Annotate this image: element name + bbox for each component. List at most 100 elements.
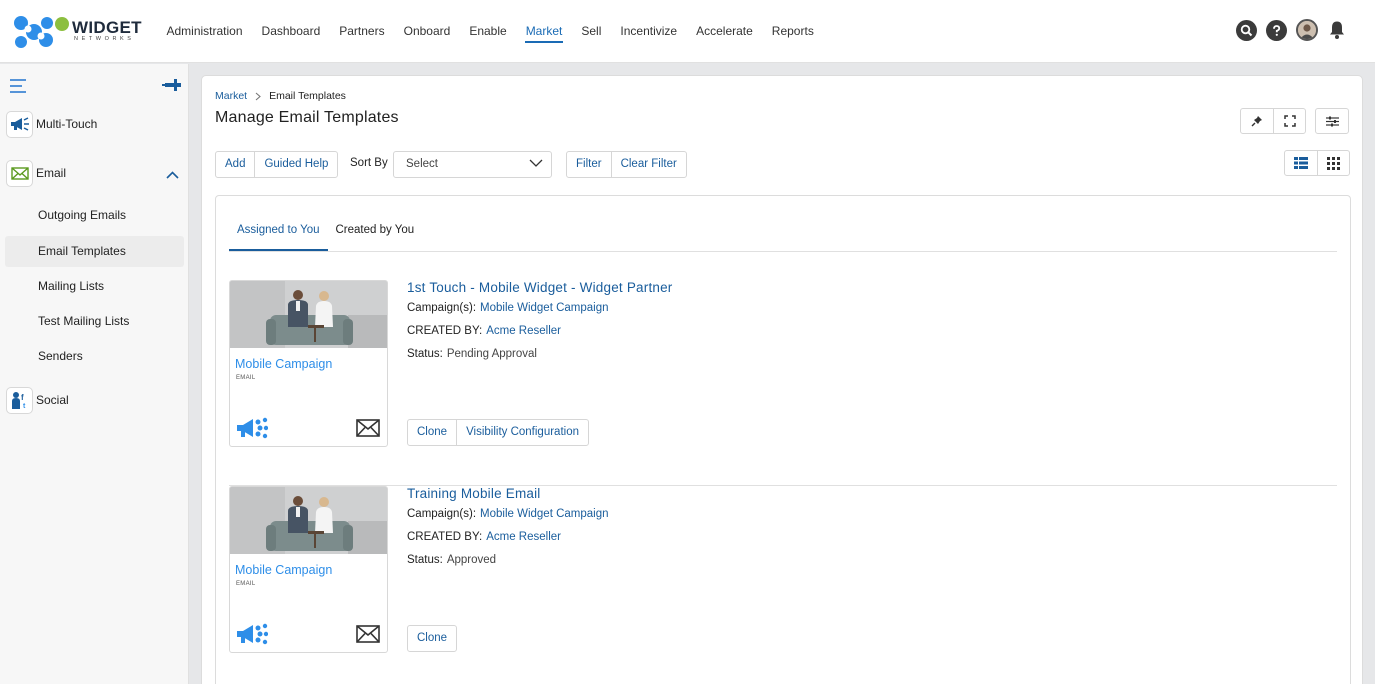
thumbnail-title: Mobile Campaign <box>235 563 333 577</box>
megaphone-icon <box>236 623 269 648</box>
nav-item-partners[interactable]: Partners <box>330 0 394 63</box>
nav-item-incentivize[interactable]: Incentivize <box>611 0 687 63</box>
sidebar-sub-outgoing-emails[interactable]: Outgoing Emails <box>5 200 184 231</box>
chevron-up-icon[interactable] <box>166 168 179 182</box>
template-campaign: Campaign(s): Mobile Widget Campaign <box>407 508 609 520</box>
nav-item-enable[interactable]: Enable <box>460 0 516 63</box>
template-actions: Clone Visibility Configuration <box>407 419 589 446</box>
sort-by-value: Select <box>406 158 438 170</box>
sidebar-sub-email-templates[interactable]: Email Templates <box>5 236 184 267</box>
top-bar: WIDGET NETWORKS Administration Dashboard… <box>0 0 1375 63</box>
sidebar-item-label: Multi-Touch <box>36 117 98 131</box>
template-title[interactable]: 1st Touch - Mobile Widget - Widget Partn… <box>407 280 673 295</box>
thumbnail-subtitle: EMAIL <box>236 581 256 587</box>
social-icon: ft <box>6 386 33 414</box>
template-row: Mobile Campaign EMAIL Training Mobile Em… <box>229 486 1337 684</box>
nav-item-reports[interactable]: Reports <box>762 0 823 63</box>
template-title[interactable]: Training Mobile Email <box>407 486 541 501</box>
status-label: Status: <box>407 348 443 360</box>
nav-item-onboard[interactable]: Onboard <box>394 0 460 63</box>
pushpin-icon <box>1251 116 1262 127</box>
layout-toggle <box>1284 150 1350 176</box>
tab-divider <box>229 251 1337 252</box>
campaign-link[interactable]: Mobile Widget Campaign <box>480 302 608 314</box>
bell-icon[interactable] <box>1327 19 1347 41</box>
breadcrumb-current: Email Templates <box>269 90 346 102</box>
template-row: Mobile Campaign EMAIL 1st Touch - Mobile… <box>229 280 1337 486</box>
template-preview-image <box>230 281 387 348</box>
grid-view-icon <box>1327 156 1340 170</box>
sort-by-select[interactable]: Select <box>393 151 552 178</box>
created-by-link[interactable]: Acme Reseller <box>486 325 561 337</box>
template-created-by: CREATED BY: Acme Reseller <box>407 325 561 337</box>
sidebar-item-email[interactable]: Email <box>6 159 66 187</box>
clone-button[interactable]: Clone <box>408 420 456 445</box>
clear-filter-button[interactable]: Clear Filter <box>610 152 686 177</box>
filter-group: Filter Clear Filter <box>566 151 687 178</box>
sidebar: Multi-Touch Email Outgoing Emails Email … <box>0 64 189 684</box>
nav-item-sell[interactable]: Sell <box>572 0 611 63</box>
sidebar-sub-test-mailing-lists[interactable]: Test Mailing Lists <box>5 306 184 337</box>
chevron-right-icon <box>255 92 261 100</box>
template-thumbnail[interactable]: Mobile Campaign EMAIL <box>229 486 388 653</box>
settings-button[interactable] <box>1316 109 1348 133</box>
main-nav: Administration Dashboard Partners Onboar… <box>157 0 823 63</box>
template-thumbnail[interactable]: Mobile Campaign EMAIL <box>229 280 388 447</box>
sidebar-sub-senders[interactable]: Senders <box>5 341 184 372</box>
breadcrumb: Market Email Templates <box>215 90 346 102</box>
created-by-link[interactable]: Acme Reseller <box>486 531 561 543</box>
svg-text:t: t <box>23 403 26 410</box>
template-campaign: Campaign(s): Mobile Widget Campaign <box>407 302 609 314</box>
pin-page-button[interactable] <box>1241 109 1273 133</box>
avatar[interactable] <box>1296 19 1318 41</box>
visibility-configuration-button[interactable]: Visibility Configuration <box>456 420 588 445</box>
top-icons <box>1236 19 1347 41</box>
action-group: Add Guided Help <box>215 151 339 178</box>
help-icon[interactable] <box>1266 19 1287 41</box>
nav-item-accelerate[interactable]: Accelerate <box>687 0 763 63</box>
grid-view-button[interactable] <box>1317 151 1349 175</box>
envelope-icon <box>356 625 380 646</box>
template-created-by: CREATED BY: Acme Reseller <box>407 531 561 543</box>
envelope-icon <box>356 419 380 440</box>
add-button[interactable]: Add <box>216 152 254 177</box>
sidebar-item-label: Email <box>36 166 67 180</box>
status-label: Status: <box>407 554 443 566</box>
filter-button[interactable]: Filter <box>567 152 611 177</box>
clone-button[interactable]: Clone <box>408 626 456 651</box>
settings-toolbar <box>1315 108 1349 134</box>
list-view-button[interactable] <box>1285 151 1317 175</box>
envelope-icon <box>6 159 33 187</box>
nav-item-administration[interactable]: Administration <box>157 0 252 63</box>
sidebar-item-multi-touch[interactable]: Multi-Touch <box>6 110 97 138</box>
svg-text:f: f <box>21 393 24 402</box>
sidebar-item-social[interactable]: ft Social <box>6 386 69 414</box>
tab-assigned-to-you[interactable]: Assigned to You <box>229 210 328 251</box>
template-preview-image <box>230 487 387 554</box>
megaphone-icon <box>236 417 269 442</box>
template-actions: Clone <box>407 625 458 652</box>
sidebar-sub-mailing-lists[interactable]: Mailing Lists <box>5 271 184 302</box>
pin-icon[interactable] <box>162 78 181 95</box>
template-status: Status: Pending Approval <box>407 348 537 360</box>
fullscreen-button[interactable] <box>1273 109 1305 133</box>
templates-card: Assigned to You Created by You Mobile Ca… <box>215 195 1351 684</box>
status-value: Pending Approval <box>446 348 537 360</box>
breadcrumb-parent-link[interactable]: Market <box>215 90 247 102</box>
created-by-label: CREATED BY: <box>407 325 483 337</box>
brand-logo[interactable]: WIDGET NETWORKS <box>12 14 142 50</box>
sort-by-label: Sort By <box>350 157 388 169</box>
nav-item-dashboard[interactable]: Dashboard <box>252 0 330 63</box>
megaphone-icon <box>6 110 33 138</box>
nav-item-market[interactable]: Market <box>516 0 572 63</box>
template-status: Status: Approved <box>407 554 496 566</box>
campaign-link[interactable]: Mobile Widget Campaign <box>480 508 608 520</box>
tab-created-by-you[interactable]: Created by You <box>328 210 423 251</box>
guided-help-button[interactable]: Guided Help <box>254 152 337 177</box>
campaign-label: Campaign(s): <box>407 508 477 520</box>
status-value: Approved <box>446 554 497 566</box>
search-icon[interactable] <box>1236 19 1257 41</box>
tab-bar: Assigned to You Created by You <box>229 210 422 251</box>
page-title: Manage Email Templates <box>215 109 399 126</box>
menu-icon[interactable] <box>10 78 28 97</box>
